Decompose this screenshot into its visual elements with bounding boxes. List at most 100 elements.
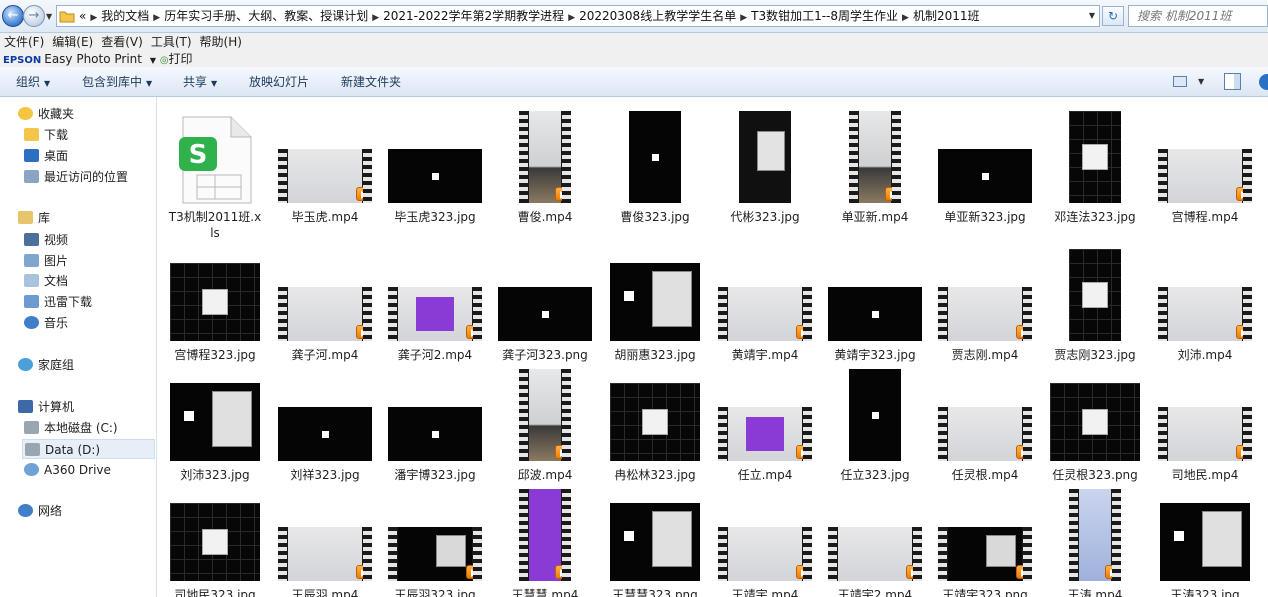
sidebar-item-drive-c[interactable]: 本地磁盘 (C:) [24, 418, 118, 438]
file-item[interactable]: 龚子河.mp4 [270, 243, 380, 363]
chevron-right-icon[interactable]: ▶ [902, 13, 909, 23]
search-box[interactable] [1128, 5, 1268, 27]
address-bar[interactable]: « ▶ 我的文档 ▶ 历年实习手册、大纲、教案、授课计划 ▶ 2021-2022学年第2学期… [56, 5, 1100, 27]
print-button[interactable]: 打印 [169, 52, 193, 66]
breadcrumb-item[interactable]: 机制2011班 [913, 9, 980, 23]
sidebar-item-pictures[interactable]: 图片 [24, 251, 68, 271]
breadcrumb-item[interactable]: 20220308线上教学学生名单 [579, 9, 736, 23]
sidebar-homegroup[interactable]: 家庭组 [18, 355, 74, 375]
file-item[interactable]: 王辰羽323.jpg [380, 483, 490, 597]
view-dropdown-icon[interactable]: ▼ [1198, 67, 1204, 97]
sidebar-item-a360-drive[interactable]: A360 Drive [24, 460, 111, 480]
file-item[interactable]: 黄靖宇.mp4 [710, 243, 820, 363]
menu-file[interactable]: 文件(F) [0, 33, 48, 51]
chevron-right-icon[interactable]: ▶ [153, 13, 160, 23]
sidebar-item-music[interactable]: 音乐 [24, 313, 68, 333]
file-item[interactable]: 曹俊.mp4 [490, 105, 600, 225]
sidebar-item-thunder-downloads[interactable]: 迅雷下载 [24, 292, 92, 312]
breadcrumb-overflow[interactable]: « [79, 9, 86, 23]
file-item[interactable]: 司地民.mp4 [1150, 363, 1260, 483]
file-item[interactable]: 王靖宇2.mp4 [820, 483, 930, 597]
sidebar-item-drive-d[interactable]: Data (D:) [22, 439, 155, 459]
purple-patch [745, 416, 785, 452]
preview-pane-icon[interactable] [1224, 73, 1241, 90]
search-input[interactable] [1129, 6, 1259, 26]
sidebar-item-documents[interactable]: 文档 [24, 271, 68, 291]
chevron-right-icon[interactable]: ▶ [90, 13, 97, 23]
file-item[interactable]: 王涛323.jpg [1150, 483, 1260, 597]
file-item[interactable]: 刘祥323.jpg [270, 363, 380, 483]
easy-photo-print-button[interactable]: Easy Photo Print [44, 52, 142, 66]
file-item[interactable]: 黄靖宇323.jpg [820, 243, 930, 363]
breadcrumb-item[interactable]: T3数钳加工1--8周学生作业 [751, 9, 898, 23]
sidebar-item-videos[interactable]: 视频 [24, 230, 68, 250]
forward-button[interactable]: → [23, 5, 45, 27]
sidebar-computer[interactable]: 计算机 [18, 397, 74, 417]
file-item[interactable]: 代彬323.jpg [710, 105, 820, 225]
sidebar-item-downloads[interactable]: 下载 [24, 125, 68, 145]
file-item[interactable]: 邓连法323.jpg [1040, 105, 1150, 225]
file-item[interactable]: 毕玉虎.mp4 [270, 105, 380, 225]
include-in-library-button[interactable]: 包含到库中 ▼ [82, 67, 152, 99]
file-item[interactable]: 龚子河2.mp4 [380, 243, 490, 363]
file-item[interactable]: 单亚新.mp4 [820, 105, 930, 225]
breadcrumb[interactable]: « ▶ 我的文档 ▶ 历年实习手册、大纲、教案、授课计划 ▶ 2021-2022学年第2学期… [79, 6, 980, 26]
file-item[interactable]: 王靖宇323.png [930, 483, 1040, 597]
breadcrumb-item[interactable]: 我的文档 [101, 9, 149, 23]
sidebar-network[interactable]: 网络 [18, 501, 62, 521]
file-item[interactable]: 王靖宇.mp4 [710, 483, 820, 597]
file-item[interactable]: 王慧慧323.png [600, 483, 710, 597]
file-item[interactable]: 龚子河323.png [490, 243, 600, 363]
file-item[interactable]: 邱波.mp4 [490, 363, 600, 483]
address-dropdown-icon[interactable]: ▼ [1089, 6, 1095, 26]
file-item[interactable]: 毕玉虎323.jpg [380, 105, 490, 225]
menu-edit[interactable]: 编辑(E) [48, 33, 97, 51]
file-item[interactable]: 任灵根323.png [1040, 363, 1150, 483]
file-item[interactable]: 任灵根.mp4 [930, 363, 1040, 483]
recent-pages-dropdown-icon[interactable]: ▼ [46, 12, 52, 21]
back-button[interactable]: ← [2, 5, 24, 27]
file-item[interactable]: 任立323.jpg [820, 363, 930, 483]
sidebar-favorites[interactable]: 收藏夹 [18, 104, 74, 124]
chevron-down-icon[interactable]: ▼ [150, 56, 156, 65]
file-item[interactable]: 王涛.mp4 [1040, 483, 1150, 597]
file-item[interactable]: 胡丽惠323.jpg [600, 243, 710, 363]
breadcrumb-item[interactable]: 2021-2022学年第2学期教学进程 [383, 9, 564, 23]
file-item[interactable]: 王辰羽.mp4 [270, 483, 380, 597]
menu-tools[interactable]: 工具(T) [147, 33, 196, 51]
file-item[interactable]: 王慧慧.mp4 [490, 483, 600, 597]
view-icon[interactable] [1173, 76, 1187, 87]
refresh-button[interactable]: ↻ [1102, 6, 1124, 26]
sidebar-item-desktop[interactable]: 桌面 [24, 146, 68, 166]
menu-help[interactable]: 帮助(H) [196, 33, 246, 51]
file-item[interactable]: 曹俊323.jpg [600, 105, 710, 225]
chevron-right-icon[interactable]: ▶ [740, 13, 747, 23]
sidebar-libraries[interactable]: 库 [18, 208, 50, 228]
file-item[interactable]: 宫博程.mp4 [1150, 105, 1260, 225]
file-item[interactable]: 潘宇博323.jpg [380, 363, 490, 483]
file-name: 毕玉虎323.jpg [394, 210, 476, 224]
organize-button[interactable]: 组织 ▼ [16, 67, 50, 99]
chevron-down-icon: ▼ [44, 79, 51, 88]
file-item[interactable]: 宫博程323.jpg [160, 243, 270, 363]
file-item[interactable]: 冉松林323.jpg [600, 363, 710, 483]
white-square [542, 311, 549, 318]
menu-view[interactable]: 查看(V) [97, 33, 147, 51]
file-item[interactable]: 单亚新323.jpg [930, 105, 1040, 225]
breadcrumb-item[interactable]: 历年实习手册、大纲、教案、授课计划 [164, 9, 368, 23]
sidebar-item-recent-places[interactable]: 最近访问的位置 [24, 167, 128, 187]
file-item[interactable]: 任立.mp4 [710, 363, 820, 483]
chevron-right-icon[interactable]: ▶ [372, 13, 379, 23]
file-item[interactable]: 贾志刚323.jpg [1040, 243, 1150, 363]
share-button[interactable]: 共享 ▼ [183, 67, 217, 99]
file-item[interactable]: S T3机制2011班.xls [160, 105, 270, 240]
file-item[interactable]: 刘沛.mp4 [1150, 243, 1260, 363]
new-folder-button[interactable]: 新建文件夹 [341, 67, 401, 97]
file-item[interactable]: 司地民323.jpg [160, 483, 270, 597]
help-icon[interactable] [1259, 74, 1268, 90]
chevron-right-icon[interactable]: ▶ [568, 13, 575, 23]
file-item[interactable]: 贾志刚.mp4 [930, 243, 1040, 363]
slideshow-button[interactable]: 放映幻灯片 [249, 67, 309, 97]
file-item[interactable]: 刘沛323.jpg [160, 363, 270, 483]
video-thumbnail [849, 111, 901, 203]
